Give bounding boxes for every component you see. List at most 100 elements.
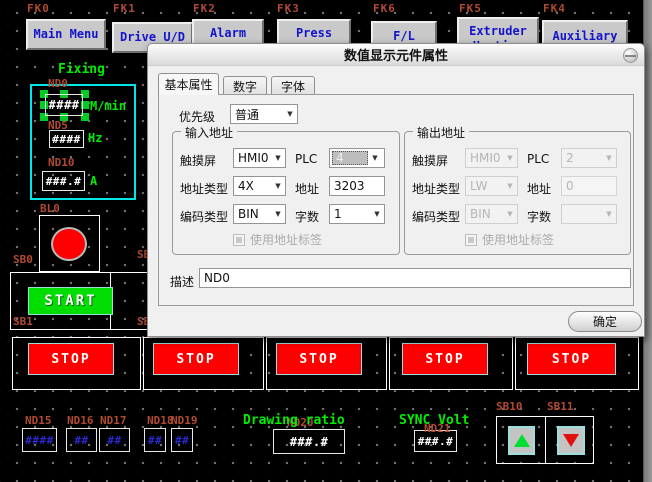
tab-font[interactable]: 字体 (271, 76, 315, 95)
input-plc-label: PLC (295, 152, 317, 166)
sync-volt-label: SYNC Volt (399, 413, 469, 428)
input-address-type-label: 地址类型 (180, 180, 228, 197)
nd10-unit: A (90, 174, 97, 188)
nd16-label: ND16 (67, 414, 94, 427)
tab-basic-properties[interactable]: 基本属性 (158, 73, 219, 95)
output-address-group: 输出地址 触摸屏 HMI0 ▼ PLC 2 ▼ 地址类型 LW ▼ 地址 (404, 131, 631, 255)
output-address-type-value: LW (470, 179, 503, 193)
input-encoding-value: BIN (238, 207, 271, 221)
input-encoding-select[interactable]: BIN ▼ (233, 204, 286, 224)
main-menu-button[interactable]: Main Menu (26, 19, 106, 50)
output-encoding-value: BIN (470, 207, 503, 221)
nd0-label: ND0 (48, 77, 68, 90)
output-encoding-select: BIN ▼ (465, 204, 518, 224)
fk-label-3: FK3 (277, 2, 300, 15)
bl0-label: BL0 (40, 202, 60, 215)
nd15-label: ND15 (25, 414, 52, 427)
input-encoding-label: 编码类型 (180, 208, 228, 225)
input-address-type-value: 4X (238, 179, 271, 193)
dialog-titlebar[interactable]: 数值显示元件属性 (148, 44, 644, 66)
dropdown-arrow-icon: ▼ (271, 154, 285, 162)
input-words-select[interactable]: 1 ▼ (329, 204, 385, 224)
nd0-display-selected[interactable]: #### (40, 90, 89, 121)
priority-label: 优先级 (179, 108, 215, 125)
stop-button-1[interactable]: STOP (28, 343, 114, 375)
fk-label-0: FK0 (27, 2, 50, 15)
dropdown-arrow-icon: ▼ (271, 182, 285, 190)
dropdown-arrow-icon: ▼ (370, 210, 384, 218)
fk-label-2: FK2 (193, 2, 216, 15)
nd19-display[interactable]: ## (171, 428, 193, 452)
ok-button[interactable]: 确定 (568, 311, 642, 332)
input-words-value: 1 (334, 207, 370, 221)
output-plc-select: 2 ▼ (561, 148, 617, 168)
dropdown-arrow-icon: ▼ (368, 154, 382, 162)
input-touchscreen-select[interactable]: HMI0 ▼ (233, 148, 286, 168)
checkbox-icon (233, 234, 245, 246)
output-plc-label: PLC (527, 152, 549, 166)
dropdown-arrow-icon: ▼ (283, 110, 297, 118)
up-arrow-icon (514, 434, 530, 447)
decrease-button[interactable] (557, 426, 585, 455)
priority-select[interactable]: 普通 ▼ (230, 104, 298, 124)
description-label: 描述 (170, 273, 194, 290)
drawing-ratio-display[interactable]: ###.# (273, 429, 345, 454)
stop-button-4[interactable]: STOP (402, 343, 488, 375)
dropdown-arrow-icon: ▼ (503, 210, 517, 218)
sb1-label: SB1 (13, 315, 33, 328)
close-icon[interactable] (623, 48, 638, 63)
start-button[interactable]: START (28, 287, 113, 315)
input-address-group: 输入地址 触摸屏 HMI0 ▼ PLC 4 ▼ 地址类型 4X ▼ 地址 (172, 131, 400, 255)
nd10-display[interactable]: ###.# (42, 171, 85, 191)
increase-button[interactable] (508, 426, 535, 455)
fk-label-1: FK1 (113, 2, 136, 15)
output-words-label: 字数 (527, 208, 551, 225)
output-touchscreen-value: HMI0 (470, 151, 503, 165)
input-words-label: 字数 (295, 208, 319, 225)
output-use-address-tag-label: 使用地址标签 (482, 231, 554, 248)
output-address-type-label: 地址类型 (412, 180, 460, 197)
numeric-display-properties-dialog: 数值显示元件属性 基本属性 数字 字体 优先级 普通 ▼ 输入地址 触摸屏 HM… (147, 43, 645, 337)
nd19-label: ND19 (171, 414, 198, 427)
fk-label-4: FK4 (543, 2, 566, 15)
dropdown-arrow-icon: ▼ (503, 182, 517, 190)
output-words-select: ▼ (561, 204, 617, 224)
output-address-field (561, 176, 617, 196)
nd5-display[interactable]: #### (49, 130, 84, 148)
nd18-display[interactable]: ## (144, 428, 166, 452)
input-plc-select[interactable]: 4 ▼ (329, 148, 385, 168)
stop-button-5[interactable]: STOP (527, 343, 616, 375)
nd15-display[interactable]: #### (22, 428, 57, 452)
input-use-address-tag-checkbox: 使用地址标签 (233, 231, 322, 248)
dropdown-arrow-icon: ▼ (503, 154, 517, 162)
nd16-display[interactable]: ## (66, 428, 97, 452)
bl0-lamp[interactable] (51, 227, 87, 261)
output-use-address-tag-checkbox: 使用地址标签 (465, 231, 554, 248)
input-address-label: 地址 (295, 180, 319, 197)
stop-button-3[interactable]: STOP (276, 343, 362, 375)
drawing-ratio-label: Drawing ratio (243, 413, 345, 428)
nd5-unit: Hz (88, 131, 102, 145)
fk-label-5: FK5 (459, 2, 482, 15)
input-plc-value: 4 (332, 151, 368, 165)
input-address-field[interactable] (329, 176, 385, 196)
tab-number[interactable]: 数字 (223, 76, 267, 95)
tab-content-panel: 优先级 普通 ▼ 输入地址 触摸屏 HMI0 ▼ PLC 4 ▼ 地址类型 (158, 94, 634, 306)
description-field[interactable] (199, 268, 631, 288)
stop-button-2[interactable]: STOP (153, 343, 239, 375)
fixing-title: Fixing (58, 62, 105, 77)
nd0-display-value: #### (45, 94, 83, 116)
nd17-display[interactable]: ## (99, 428, 130, 452)
output-address-group-title: 输出地址 (413, 124, 469, 141)
input-address-type-select[interactable]: 4X ▼ (233, 176, 286, 196)
dropdown-arrow-icon: ▼ (271, 210, 285, 218)
nd17-label: ND17 (100, 414, 127, 427)
fk-label-6: FK6 (373, 2, 396, 15)
priority-value: 普通 (235, 106, 283, 123)
dialog-title: 数值显示元件属性 (344, 45, 448, 64)
input-touchscreen-label: 触摸屏 (180, 152, 216, 169)
dropdown-arrow-icon: ▼ (602, 210, 616, 218)
sb11-label: SB11 (547, 400, 574, 413)
sb10-label: SB10 (496, 400, 523, 413)
input-touchscreen-value: HMI0 (238, 151, 271, 165)
